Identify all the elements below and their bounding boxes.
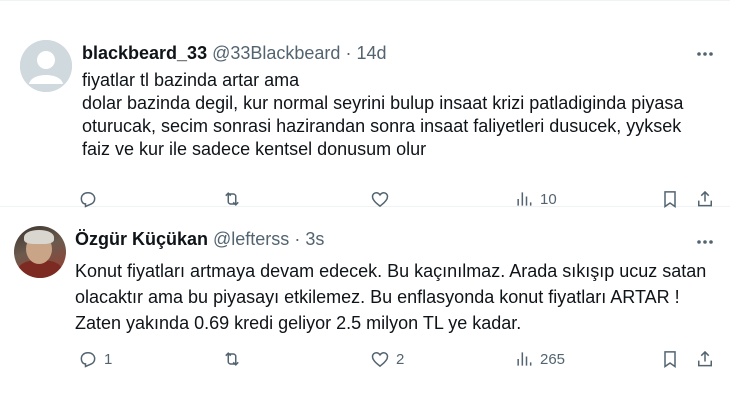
retweet-icon: [225, 192, 239, 206]
like-count: 2: [396, 350, 405, 368]
views-button[interactable]: 265: [514, 347, 565, 371]
separator-dot: ·: [345, 43, 352, 63]
reply-count: 1: [104, 350, 113, 368]
bookmark-icon: [664, 191, 676, 208]
tweet-actions: 1 2 265: [0, 347, 730, 371]
timestamp[interactable]: 14d: [356, 42, 386, 64]
avatar[interactable]: [14, 226, 66, 278]
user-handle[interactable]: @lefterss: [213, 228, 289, 250]
bookmark-icon: [664, 351, 676, 368]
tweet-header: Özgür Küçükan @lefterss · 3s: [75, 228, 712, 250]
bookmark-button[interactable]: [660, 347, 680, 371]
tweet-content: blackbeard_33 @33Blackbeard · 14d fiyatl…: [82, 42, 712, 161]
user-handle[interactable]: @33Blackbeard: [212, 42, 340, 64]
separator-dot: ·: [294, 229, 301, 249]
divider: [0, 0, 730, 1]
reply-button[interactable]: 1: [78, 347, 112, 371]
more-icon: [697, 52, 713, 56]
tweet[interactable]: blackbeard_33 @33Blackbeard · 14d fiyatl…: [0, 0, 730, 208]
default-avatar-icon: [20, 40, 72, 92]
tweet-content: Özgür Küçükan @lefterss · 3s Konut fiyat…: [75, 228, 712, 336]
profile-photo: [14, 226, 66, 278]
timestamp[interactable]: 3s: [305, 228, 324, 250]
heart-icon: [371, 351, 389, 368]
more-options-button[interactable]: [694, 43, 716, 65]
like-button[interactable]: 2: [370, 347, 404, 371]
more-options-button[interactable]: [694, 231, 716, 253]
display-name[interactable]: Özgür Küçükan: [75, 228, 208, 250]
share-button[interactable]: [695, 347, 715, 371]
tweet-text: Konut fiyatları artmaya devam edecek. Bu…: [75, 261, 707, 333]
retweet-icon: [225, 352, 239, 366]
avatar[interactable]: [20, 40, 72, 92]
display-name[interactable]: blackbeard_33: [82, 42, 207, 64]
views-count: 10: [540, 190, 557, 208]
views-icon: [517, 352, 532, 366]
reply-icon: [80, 352, 96, 368]
retweet-button[interactable]: [222, 347, 248, 371]
share-icon: [698, 350, 712, 367]
heart-icon: [371, 191, 389, 208]
tweet[interactable]: Özgür Küçükan @lefterss · 3s Konut fiyat…: [0, 207, 730, 420]
share-icon: [698, 190, 712, 207]
reply-icon: [80, 192, 96, 208]
tweet-text: fiyatlar tl bazinda artar ama dolar bazi…: [82, 70, 684, 159]
more-icon: [697, 240, 713, 244]
views-count: 265: [540, 350, 566, 368]
views-icon: [517, 192, 532, 206]
tweet-header: blackbeard_33 @33Blackbeard · 14d: [82, 42, 712, 64]
